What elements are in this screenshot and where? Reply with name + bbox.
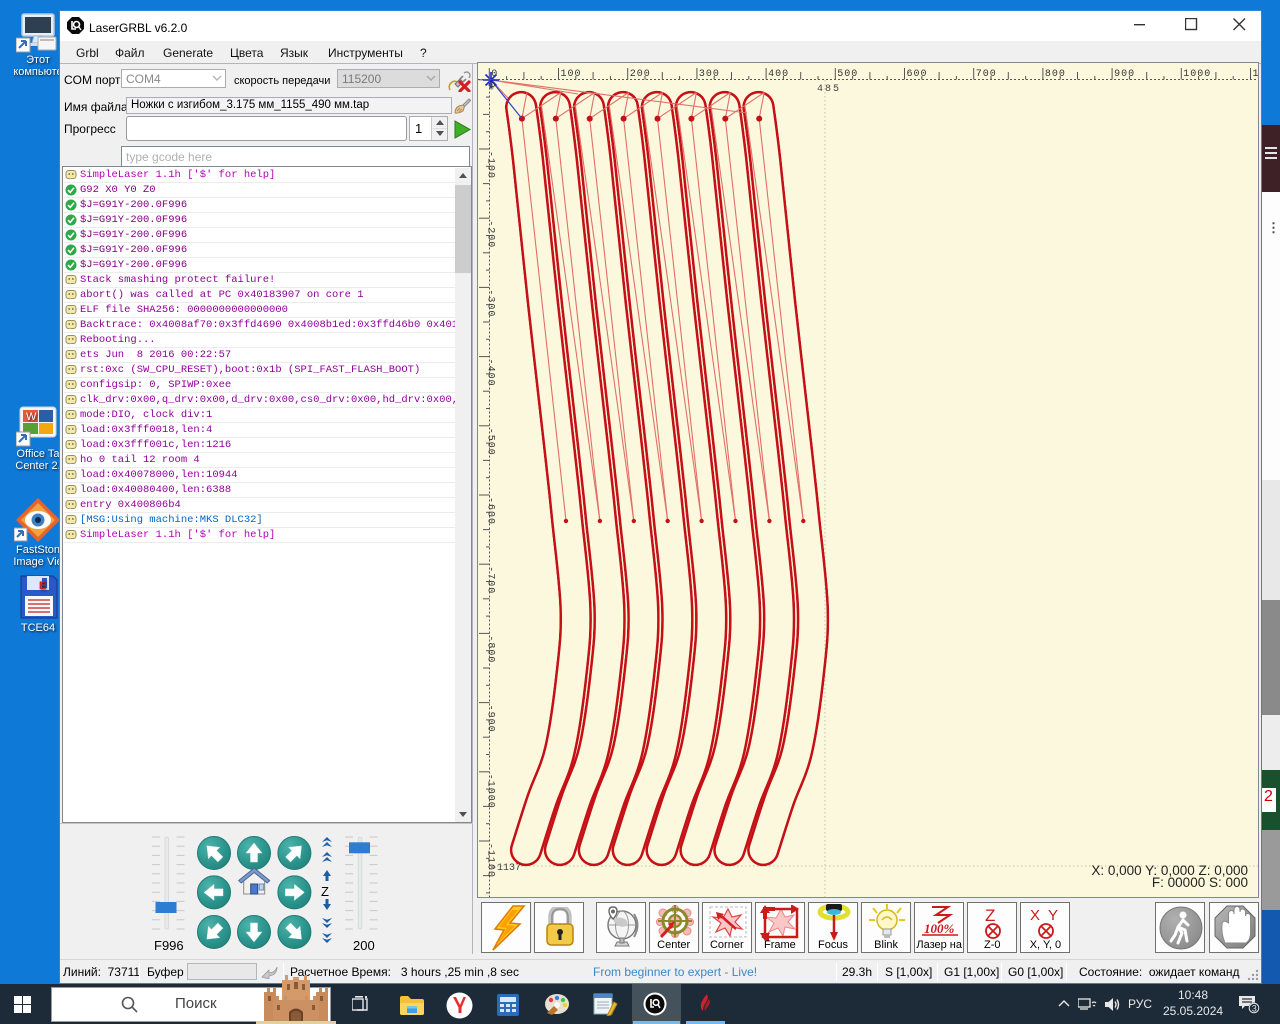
svg-text:-1137: -1137 xyxy=(491,863,521,874)
svg-text:E: E xyxy=(39,580,46,592)
svg-text:0: 0 xyxy=(491,69,498,80)
svg-text:-500: -500 xyxy=(485,428,496,456)
svg-text:900: 900 xyxy=(1114,69,1135,80)
svg-text:W: W xyxy=(26,411,37,423)
svg-text:400: 400 xyxy=(768,69,789,80)
svg-text:-400: -400 xyxy=(485,359,496,387)
svg-text:-800: -800 xyxy=(485,635,496,663)
svg-text:Y: Y xyxy=(1048,907,1058,924)
svg-text:600: 600 xyxy=(907,69,928,80)
svg-text:1000: 1000 xyxy=(1183,69,1211,80)
svg-text:500: 500 xyxy=(837,69,858,80)
svg-text:-100: -100 xyxy=(485,151,496,179)
svg-text:-600: -600 xyxy=(485,497,496,525)
svg-text:300: 300 xyxy=(699,69,720,80)
svg-text:0: 0 xyxy=(485,82,496,89)
svg-text:-1000: -1000 xyxy=(485,774,496,809)
svg-text:F996: F996 xyxy=(154,938,184,953)
svg-text:1100: 1100 xyxy=(1253,69,1259,80)
svg-text:F: 00000 S: 000: F: 00000 S: 000 xyxy=(1152,875,1248,890)
svg-text:-700: -700 xyxy=(485,566,496,594)
svg-text:-900: -900 xyxy=(485,705,496,733)
svg-text:X: X xyxy=(1030,907,1040,924)
svg-text:Z: Z xyxy=(321,884,329,899)
svg-text:3: 3 xyxy=(1252,1004,1257,1014)
svg-text:200: 200 xyxy=(630,69,651,80)
svg-text:200: 200 xyxy=(353,938,375,953)
svg-text:100%: 100% xyxy=(924,921,955,936)
svg-text:800: 800 xyxy=(1045,69,1066,80)
svg-text:-200: -200 xyxy=(485,220,496,248)
svg-text:-300: -300 xyxy=(485,289,496,317)
svg-text:Z: Z xyxy=(985,906,995,925)
svg-text:485: 485 xyxy=(817,84,841,95)
svg-text:700: 700 xyxy=(976,69,997,80)
svg-text:100: 100 xyxy=(561,69,582,80)
